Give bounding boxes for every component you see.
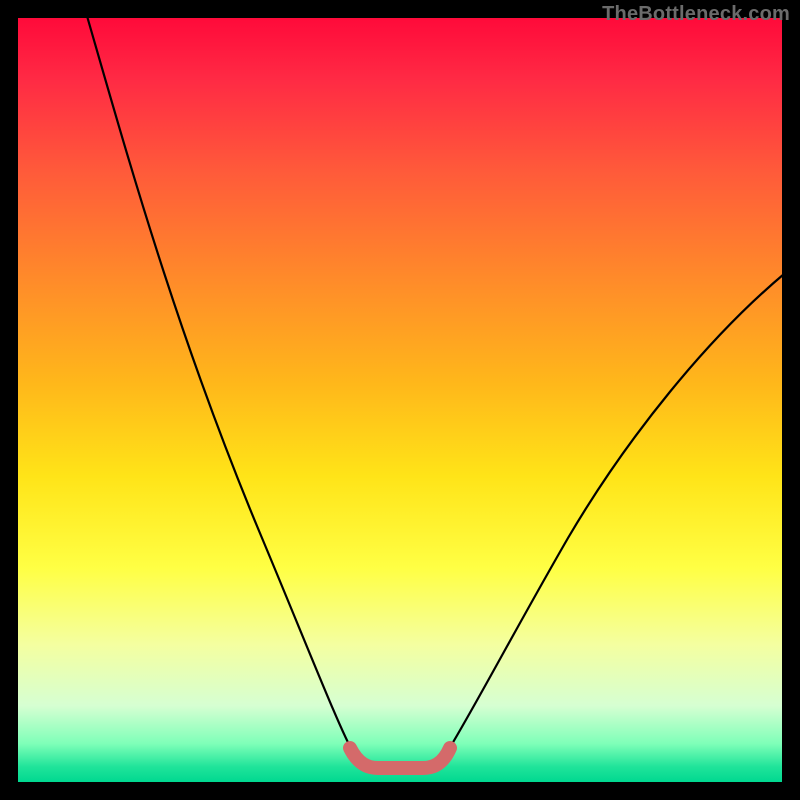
chart-svg (18, 18, 782, 782)
bottleneck-curve (87, 16, 784, 767)
chart-frame: TheBottleneck.com (0, 0, 800, 800)
watermark-label: TheBottleneck.com (602, 3, 790, 26)
sweet-spot-band (350, 748, 450, 768)
